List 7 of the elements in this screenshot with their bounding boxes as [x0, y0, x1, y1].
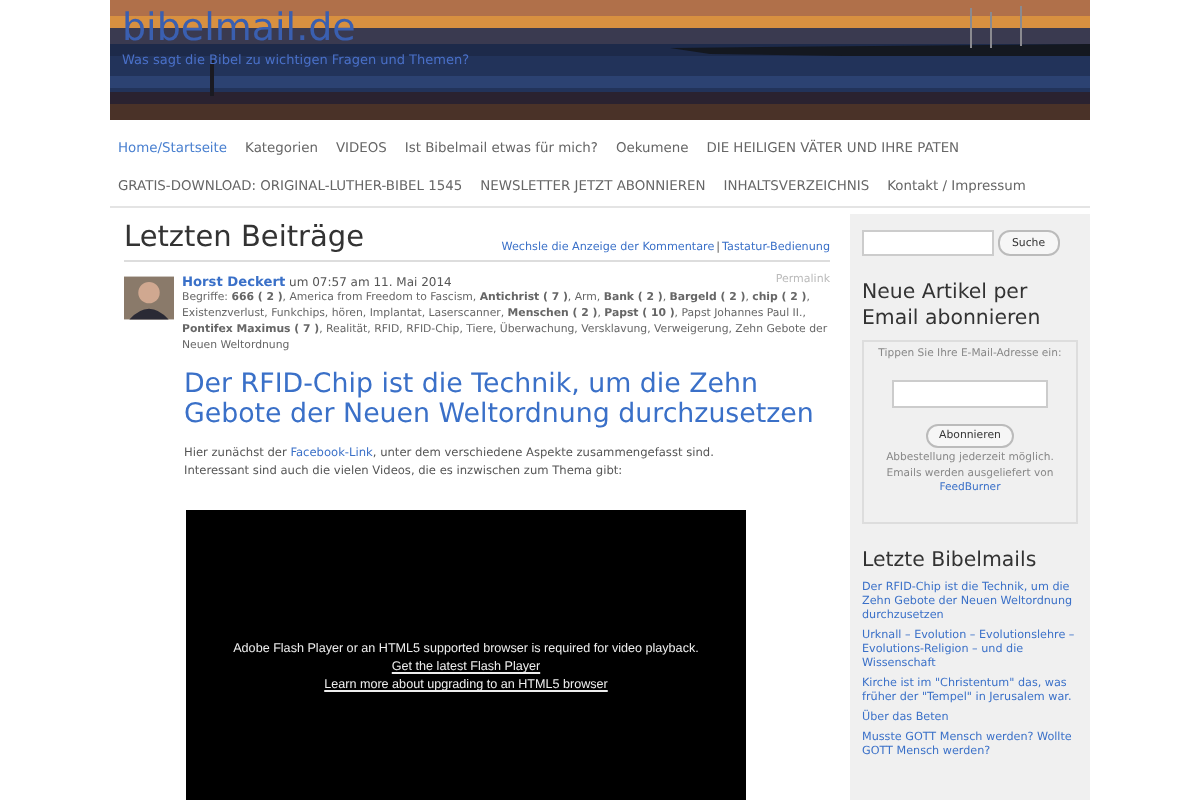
widget-heading: Neue Artikel per Email abonnieren	[862, 280, 1043, 332]
post-title[interactable]: Der RFID-Chip ist die Technik, um die Zehn Gebote der Neuen Weltordnung durchzusetzen	[184, 370, 830, 430]
widget-heading: Letzte Bibelmails	[862, 547, 1039, 573]
avatar-icon	[124, 274, 174, 322]
section-heading: Letzten Beiträge	[124, 222, 365, 254]
search-field[interactable]	[862, 230, 994, 256]
email-field[interactable]	[892, 380, 1048, 408]
